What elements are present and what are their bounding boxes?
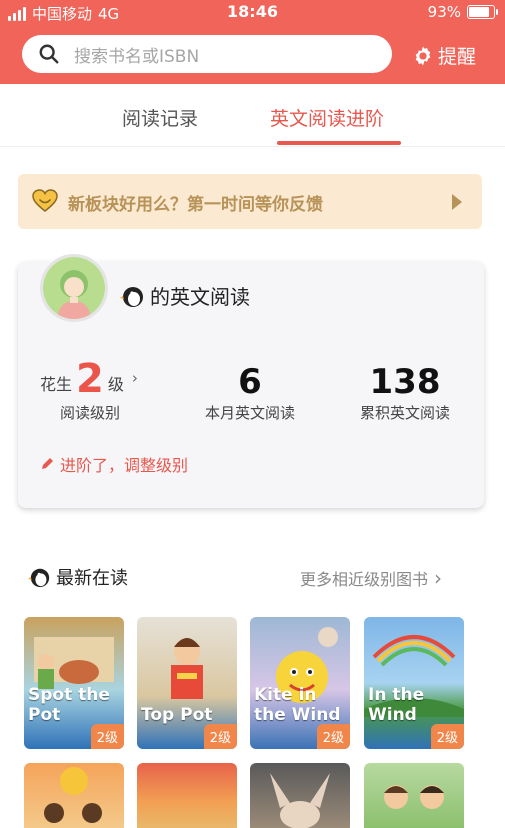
search-placeholder: 搜索书名或ISBN xyxy=(74,46,200,67)
search-input[interactable]: 搜索书名或ISBN xyxy=(22,35,392,73)
search-icon xyxy=(39,44,59,64)
level-prefix: 花生 xyxy=(40,375,73,394)
month-count: 6 xyxy=(238,362,262,402)
app-header: 搜索书名或ISBN 提醒 xyxy=(0,24,505,84)
card-title: 的英文阅读 xyxy=(120,281,250,310)
book-cover[interactable] xyxy=(250,763,350,828)
month-reading-stat: 6 本月英文阅读 xyxy=(195,362,305,423)
book-cover-in-the-wind[interactable]: In the Wind 2级 xyxy=(364,617,464,749)
status-bar: 中国移动 4G 18:46 93% xyxy=(0,0,505,24)
card-title-text: 的英文阅读 xyxy=(150,285,250,309)
banner-text: 新板块好用么？第一时间等你反馈 xyxy=(68,195,323,215)
penguin-icon xyxy=(120,286,143,307)
pencil-icon xyxy=(42,458,53,469)
battery-icon xyxy=(467,5,498,19)
chevron-right-icon: › xyxy=(131,369,138,387)
avatar[interactable] xyxy=(40,254,108,322)
book-title: Spot the Pot xyxy=(28,685,110,725)
more-books-link[interactable]: 更多相近级别图书 › xyxy=(300,566,442,590)
latest-reading-title: 最新在读 xyxy=(28,564,128,590)
level-badge: 2级 xyxy=(203,724,237,749)
play-arrow-icon xyxy=(452,194,462,210)
book-title: Kite in the Wind xyxy=(254,685,341,725)
book-cover-spot-the-pot[interactable]: Spot the Pot 2级 xyxy=(24,617,124,749)
tab-bar: 阅读记录 英文阅读进阶 xyxy=(0,84,505,147)
remind-label: 提醒 xyxy=(438,46,477,68)
adjust-level-link[interactable]: 进阶了，调整级别 xyxy=(40,452,188,476)
tab-reading-record[interactable]: 阅读记录 xyxy=(122,104,198,131)
level-badge: 2级 xyxy=(430,724,464,749)
book-cover[interactable] xyxy=(24,763,124,828)
heart-icon xyxy=(32,189,58,212)
book-cover[interactable] xyxy=(364,763,464,828)
level-badge: 2级 xyxy=(90,724,124,749)
book-illustration xyxy=(44,767,102,823)
level-selector[interactable]: 花生 2 级 › xyxy=(40,359,138,399)
chevron-right-icon: › xyxy=(434,566,443,590)
tab-english-reading-advanced[interactable]: 英文阅读进阶 xyxy=(270,104,384,131)
book-cover[interactable] xyxy=(137,763,237,828)
book-title: In the Wind xyxy=(368,685,425,725)
total-label: 累积英文阅读 xyxy=(359,404,450,422)
battery-percent: 93% xyxy=(427,3,461,21)
level-badge: 2级 xyxy=(316,724,350,749)
book-illustration xyxy=(270,773,330,828)
book-cover-kite-in-the-wind[interactable]: Kite in the Wind 2级 xyxy=(250,617,350,749)
penguin-icon xyxy=(28,568,50,588)
level-suffix: 级 xyxy=(107,375,124,394)
month-label: 本月英文阅读 xyxy=(204,404,295,422)
book-title: Top Pot xyxy=(141,705,213,725)
level-value: 2 xyxy=(76,356,104,402)
adjust-level-label: 进阶了，调整级别 xyxy=(60,456,189,475)
gear-icon xyxy=(415,45,431,66)
book-cover-top-pot[interactable]: Top Pot 2级 xyxy=(137,617,237,749)
total-count: 138 xyxy=(369,362,441,402)
latest-title-text: 最新在读 xyxy=(56,568,128,589)
avatar-girl-icon xyxy=(43,257,105,319)
remind-button[interactable]: 提醒 xyxy=(412,42,476,69)
more-books-label: 更多相近级别图书 xyxy=(300,570,429,589)
active-tab-indicator xyxy=(277,141,401,145)
feedback-banner[interactable]: 新板块好用么？第一时间等你反馈 xyxy=(18,174,482,229)
level-label: 阅读级别 xyxy=(60,404,121,422)
total-reading-stat: 138 累积英文阅读 xyxy=(350,362,460,423)
book-illustration xyxy=(384,785,444,809)
